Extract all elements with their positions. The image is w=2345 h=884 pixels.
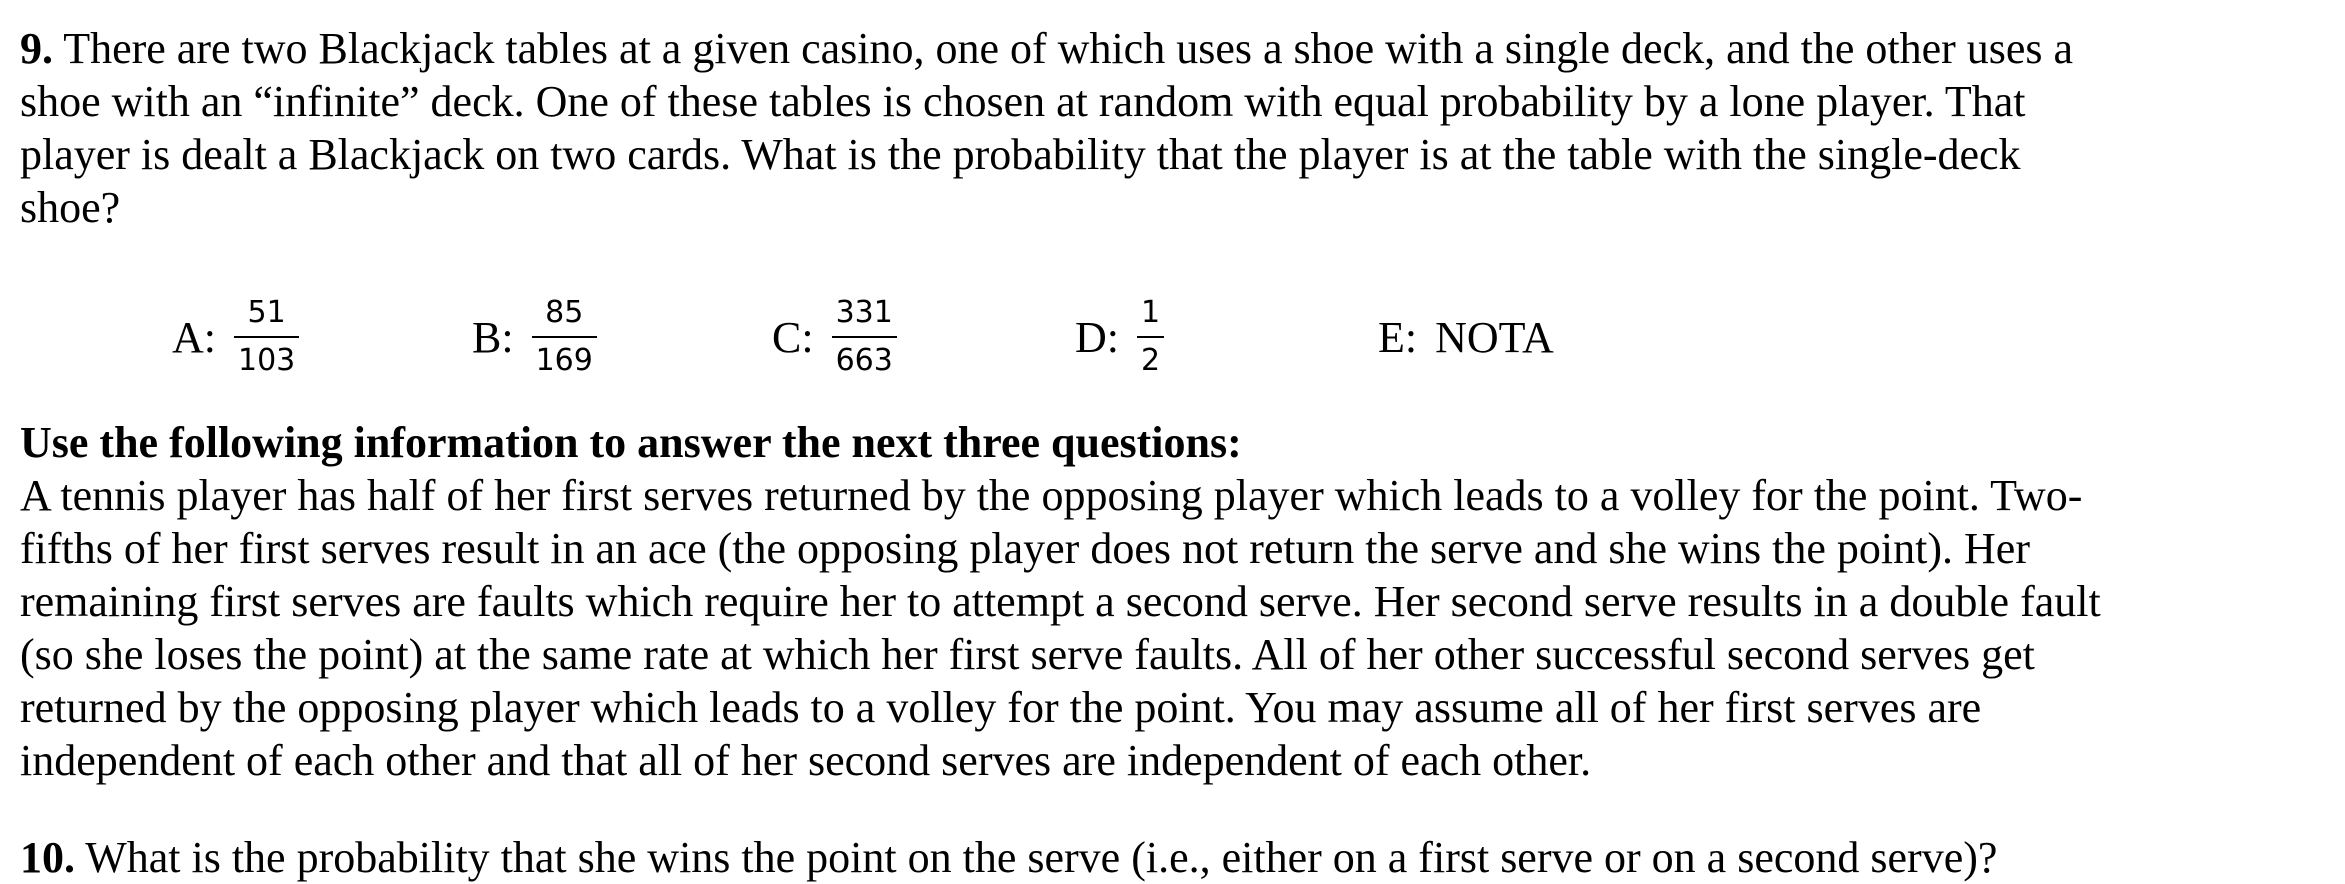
- choice-d-numerator: 1: [1141, 295, 1161, 330]
- choice-b-denominator: 169: [535, 343, 593, 378]
- answer-choices: A: 51 103 B: 85 169 C: 331 663 D: 1 2 E:…: [20, 282, 2320, 392]
- question-9-number: 9.: [20, 24, 53, 73]
- choice-a-fraction: 51 103: [234, 295, 300, 378]
- info-text: A tennis player has half of her first se…: [20, 471, 2101, 785]
- question-10: 10. What is the probability that she win…: [20, 831, 2320, 884]
- choice-a-letter: A:: [172, 312, 216, 362]
- question-9: 9. There are two Blackjack tables at a g…: [20, 22, 2115, 234]
- choice-b-letter: B:: [472, 312, 514, 362]
- choice-a: A: 51 103: [172, 282, 300, 392]
- choice-b-numerator: 85: [545, 295, 584, 330]
- choice-c-numerator: 331: [835, 295, 893, 330]
- choice-c: C: 331 663: [772, 282, 897, 392]
- choice-d: D: 1 2: [1075, 282, 1165, 392]
- choice-b: B: 85 169: [472, 282, 597, 392]
- choice-d-letter: D:: [1075, 312, 1119, 362]
- question-10-number: 10.: [20, 833, 75, 882]
- choice-b-fraction: 85 169: [531, 295, 597, 378]
- question-10-text: What is the probability that she wins th…: [75, 833, 1998, 882]
- choice-c-denominator: 663: [835, 343, 893, 378]
- choice-a-numerator: 51: [247, 295, 286, 330]
- question-9-text: There are two Blackjack tables at a give…: [20, 24, 2074, 232]
- choice-e-text: NOTA: [1435, 312, 1554, 362]
- document-page: 9. There are two Blackjack tables at a g…: [20, 22, 2320, 884]
- choice-e-letter: E:: [1378, 312, 1418, 362]
- choice-c-letter: C:: [772, 312, 814, 362]
- choice-d-denominator: 2: [1141, 343, 1161, 378]
- choice-c-fraction: 331 663: [831, 295, 897, 378]
- choice-d-fraction: 1 2: [1137, 295, 1165, 378]
- info-heading: Use the following information to answer …: [20, 418, 1242, 467]
- choice-e: E: NOTA: [1378, 282, 1554, 392]
- choice-a-denominator: 103: [238, 343, 296, 378]
